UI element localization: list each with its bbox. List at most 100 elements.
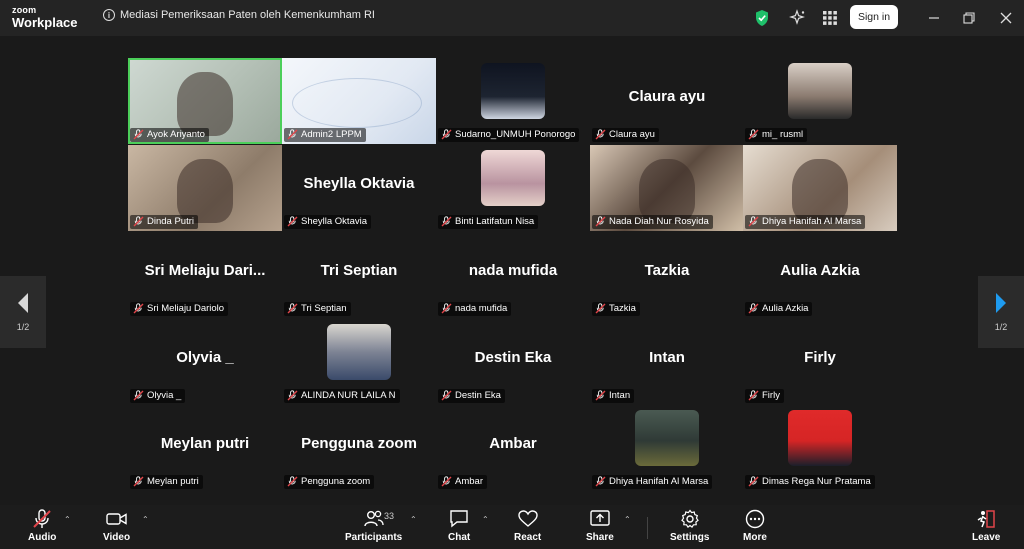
minimize-icon[interactable] bbox=[925, 9, 943, 27]
participant-tile[interactable]: Sri Meliaju Dari... Sri Meliaju Dariolo bbox=[128, 232, 282, 318]
participant-name-tag: Sudarno_UNMUH Ponorogo bbox=[438, 128, 580, 142]
participant-name-tag: ALINDA NUR LAILA N bbox=[284, 389, 400, 403]
participant-name-tag: Olyvia _ bbox=[130, 389, 186, 403]
sign-in-button[interactable]: Sign in bbox=[850, 5, 898, 29]
participant-name: Tazkia bbox=[609, 303, 636, 314]
participant-tile[interactable]: nada mufida nada mufida bbox=[436, 232, 590, 318]
participant-name-tag: Tri Septian bbox=[284, 302, 351, 316]
participant-name-tag: Sri Meliaju Dariolo bbox=[130, 302, 229, 316]
participant-name: Intan bbox=[609, 390, 631, 401]
participant-display-name: Claura ayu bbox=[628, 88, 706, 105]
mic-muted-icon bbox=[287, 129, 298, 140]
participant-display-name: Olyvia _ bbox=[176, 349, 234, 366]
participant-tile[interactable]: ALINDA NUR LAILA N bbox=[282, 319, 436, 405]
participant-name: Nada Diah Nur Rosyida bbox=[609, 216, 709, 227]
chat-icon bbox=[450, 510, 468, 528]
mic-muted-icon bbox=[441, 476, 452, 487]
prev-page-button[interactable]: 1/2 bbox=[0, 276, 46, 348]
participant-tile[interactable]: Dhiya Hanifah Al Marsa bbox=[590, 405, 744, 491]
restore-icon[interactable] bbox=[960, 9, 978, 27]
toolbar-divider bbox=[647, 517, 648, 539]
participant-name-tag: Meylan putri bbox=[130, 475, 203, 489]
shield-icon[interactable] bbox=[752, 8, 772, 28]
participant-name-tag: Tazkia bbox=[592, 302, 640, 316]
participant-tile[interactable]: Sudarno_UNMUH Ponorogo bbox=[436, 58, 590, 144]
share-options-caret[interactable]: ⌃ bbox=[624, 515, 631, 524]
participant-tile[interactable]: Firly Firly bbox=[743, 319, 897, 405]
participant-name: ALINDA NUR LAILA N bbox=[301, 390, 396, 401]
participant-name: Sheylla Oktavia bbox=[301, 216, 368, 227]
participant-tile[interactable]: Admin2 LPPM bbox=[282, 58, 436, 144]
participant-display-name: Sheylla Oktavia bbox=[303, 175, 415, 192]
profile-picture bbox=[635, 410, 699, 466]
brand-bottom: Workplace bbox=[12, 15, 78, 30]
react-button[interactable]: React bbox=[514, 509, 541, 543]
participant-tile[interactable]: Ambar Ambar bbox=[436, 405, 590, 491]
participant-tile[interactable]: Aulia Azkia Aulia Azkia bbox=[743, 232, 897, 318]
participant-display-name: Firly bbox=[804, 349, 836, 366]
person-silhouette bbox=[177, 159, 233, 223]
gear-icon bbox=[680, 509, 699, 528]
participant-tile[interactable]: Intan Intan bbox=[590, 319, 744, 405]
next-page-button[interactable]: 1/2 bbox=[978, 276, 1024, 348]
chat-button[interactable]: Chat bbox=[448, 509, 470, 543]
video-label: Video bbox=[103, 532, 131, 543]
participants-options-caret[interactable]: ⌃ bbox=[410, 515, 417, 524]
participant-tile[interactable]: Claura ayu Claura ayu bbox=[590, 58, 744, 144]
participant-tile[interactable]: Olyvia _ Olyvia _ bbox=[128, 319, 282, 405]
mic-muted-icon bbox=[441, 303, 452, 314]
settings-button[interactable]: Settings bbox=[670, 509, 709, 543]
participant-name: Meylan putri bbox=[147, 476, 199, 487]
mic-muted-icon bbox=[33, 509, 51, 528]
participant-name: Ayok Ariyanto bbox=[147, 129, 205, 140]
participant-tile[interactable]: Binti Latifatun Nisa bbox=[436, 145, 590, 231]
participant-name-tag: Nada Diah Nur Rosyida bbox=[592, 215, 713, 229]
participant-tile[interactable]: Ayok Ariyanto bbox=[128, 58, 282, 144]
participant-tile[interactable]: Dimas Rega Nur Pratama bbox=[743, 405, 897, 491]
participant-tile[interactable]: Sheylla Oktavia Sheylla Oktavia bbox=[282, 145, 436, 231]
participant-name-tag: Aulia Azkia bbox=[745, 302, 813, 316]
participant-name-tag: mi_ rusml bbox=[745, 128, 808, 142]
mic-muted-icon bbox=[133, 476, 144, 487]
person-silhouette bbox=[792, 159, 848, 223]
react-label: React bbox=[514, 532, 542, 543]
participant-name: Dinda Putri bbox=[147, 216, 194, 227]
participant-tile[interactable]: Meylan putri Meylan putri bbox=[128, 405, 282, 491]
participants-count: 33 bbox=[384, 511, 395, 521]
video-button[interactable]: Video bbox=[103, 509, 130, 543]
participant-tile[interactable]: Nada Diah Nur Rosyida bbox=[590, 145, 744, 231]
participant-name: Binti Latifatun Nisa bbox=[455, 216, 535, 227]
participant-name-tag: Intan bbox=[592, 389, 635, 403]
participant-name: Sudarno_UNMUH Ponorogo bbox=[455, 129, 576, 140]
close-icon[interactable] bbox=[997, 9, 1015, 27]
video-options-caret[interactable]: ⌃ bbox=[142, 515, 149, 524]
chat-options-caret[interactable]: ⌃ bbox=[482, 515, 489, 524]
info-icon[interactable]: i bbox=[103, 9, 115, 21]
participant-name-tag: Firly bbox=[745, 389, 784, 403]
participant-name-tag: Dhiya Hanifah Al Marsa bbox=[745, 215, 866, 229]
profile-picture bbox=[481, 150, 545, 206]
apps-grid-icon[interactable] bbox=[820, 8, 840, 28]
participant-tile[interactable]: Tri Septian Tri Septian bbox=[282, 232, 436, 318]
participant-tile[interactable]: Pengguna zoom Pengguna zoom bbox=[282, 405, 436, 491]
mic-muted-icon bbox=[287, 216, 298, 227]
meeting-info[interactable]: i Mediasi Pemeriksaan Paten oleh Kemenku… bbox=[103, 9, 375, 21]
share-button[interactable]: Share bbox=[586, 509, 614, 543]
more-button[interactable]: More bbox=[743, 509, 767, 543]
participant-tile[interactable]: Destin Eka Destin Eka bbox=[436, 319, 590, 405]
participant-name: Claura ayu bbox=[609, 129, 655, 140]
audio-options-caret[interactable]: ⌃ bbox=[64, 515, 71, 524]
leave-button[interactable]: Leave bbox=[972, 509, 1000, 543]
participant-name: Firly bbox=[762, 390, 780, 401]
participant-tile[interactable]: Dhiya Hanifah Al Marsa bbox=[743, 145, 897, 231]
mic-muted-icon bbox=[441, 216, 452, 227]
participant-tile[interactable]: mi_ rusml bbox=[743, 58, 897, 144]
audio-button[interactable]: Audio bbox=[28, 509, 56, 543]
participant-tile[interactable]: Tazkia Tazkia bbox=[590, 232, 744, 318]
participant-tile[interactable]: Dinda Putri bbox=[128, 145, 282, 231]
participant-name: Olyvia _ bbox=[147, 390, 182, 401]
ai-companion-icon[interactable] bbox=[788, 8, 808, 28]
participant-name-tag: Dinda Putri bbox=[130, 215, 198, 229]
mic-muted-icon bbox=[748, 476, 759, 487]
participant-name-tag: Dimas Rega Nur Pratama bbox=[745, 475, 875, 489]
